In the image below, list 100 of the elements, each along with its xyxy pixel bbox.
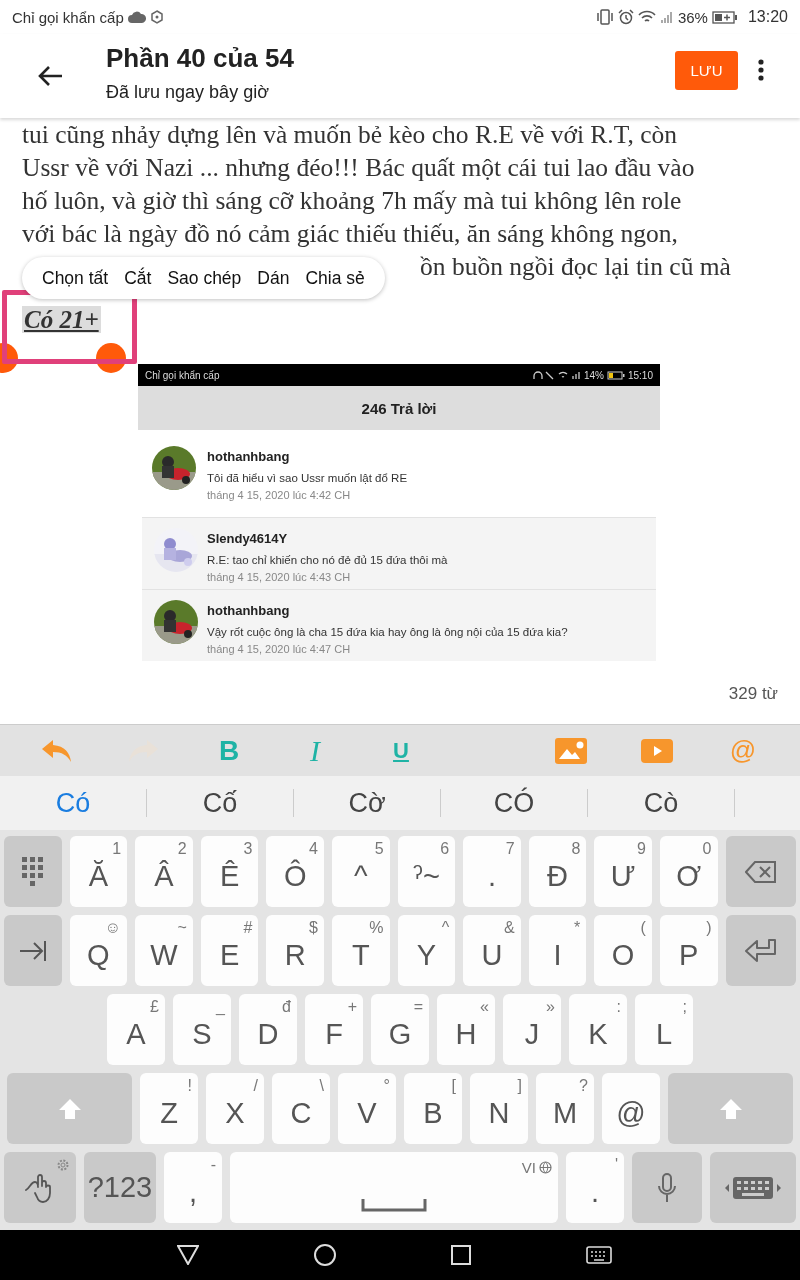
keyboard-key[interactable]: ! Z	[140, 1073, 198, 1144]
keyboard-key[interactable]: ( O	[594, 915, 652, 986]
selected-text[interactable]: Có 21+	[22, 306, 101, 333]
keyboard-key[interactable]: & U	[463, 915, 521, 986]
function-key[interactable]	[4, 836, 62, 907]
commenter-name: hothanhbang	[207, 603, 291, 618]
suggestion[interactable]: Cố	[147, 787, 293, 819]
keyboard-key[interactable]: đ D	[239, 994, 297, 1065]
comment-text: Vậy rốt cuộc ông là cha 15 đứa kia hay ông là ông nội của 15 đứa kia?	[207, 626, 568, 638]
keyboard-key[interactable]: _ S	[173, 994, 231, 1065]
carrier-text: Chỉ gọi khẩn cấp	[12, 8, 124, 26]
keyboard-key[interactable]: \ C	[272, 1073, 330, 1144]
status-icons	[532, 370, 581, 380]
suggestion[interactable]: Cò	[588, 787, 734, 819]
keyboard-key[interactable]: + F	[305, 994, 363, 1065]
story-text-fragment: ồn buồn ngồi đọc lại tin cũ mà	[420, 252, 731, 281]
keyboard-key[interactable]: = G	[371, 994, 429, 1065]
keyboard-key[interactable]: ^ Y	[397, 915, 456, 986]
shift-icon	[718, 1097, 743, 1120]
replies-header: 246 Trả lời	[138, 386, 660, 430]
keyboard-key[interactable]: 1 Ă	[69, 836, 128, 907]
battery-icon	[606, 370, 625, 380]
keyboard-key[interactable]: [ B	[404, 1073, 462, 1144]
cloud-icon	[127, 11, 146, 23]
keyboard-key[interactable]: £ A	[107, 994, 165, 1065]
symbols-key[interactable]: ?123	[84, 1152, 156, 1223]
microphone-icon	[657, 1172, 677, 1203]
keyboard-key[interactable]: % T	[331, 915, 390, 986]
commenter-name: hothanhbang	[207, 449, 291, 464]
keyboard-key[interactable]: 6 ˀ~	[397, 836, 456, 907]
hexagon-icon	[149, 10, 164, 24]
wifi-icon	[637, 10, 656, 24]
keyboard-key[interactable]: 5 ^	[331, 836, 390, 907]
space-icon	[361, 1197, 427, 1212]
menu-item[interactable]: Sao chép	[161, 267, 248, 289]
keyboard-key[interactable]: 7 .	[463, 836, 521, 907]
keyboard-key[interactable]: ~ W	[135, 915, 193, 986]
menu-item[interactable]: Cắt	[118, 267, 158, 289]
battery-icon	[711, 10, 738, 24]
more-options-icon[interactable]	[758, 59, 764, 81]
keyboard-icon[interactable]	[586, 1246, 612, 1264]
chapter-title: Phần 40 của 54	[106, 43, 295, 74]
globe-icon	[539, 1161, 552, 1174]
tab-icon	[18, 939, 47, 962]
keyboard-key[interactable]: « H	[437, 994, 495, 1065]
settings-icon	[56, 1158, 70, 1172]
function-key[interactable]	[710, 1152, 796, 1223]
keyboard-key[interactable]: ] N	[470, 1073, 528, 1144]
keyboard-key[interactable]: 8 Đ	[528, 836, 587, 907]
backspace-icon	[744, 860, 777, 883]
comment-text: R.E: tao chỉ khiến cho nó đẻ đủ 15 đứa thôi mà	[207, 554, 448, 566]
function-key[interactable]	[632, 1152, 702, 1223]
keyboard-key[interactable]: : K	[569, 994, 627, 1065]
keyboard-key[interactable]: ; L	[635, 994, 693, 1065]
keyboard-key[interactable]: 2 Â	[135, 836, 193, 907]
keyboard-key[interactable]: # E	[200, 915, 259, 986]
carrier-text: Chỉ gọi khẩn cấp	[145, 369, 220, 381]
back-icon[interactable]	[177, 1245, 199, 1265]
keyboard-key[interactable]: ☺ Q	[69, 915, 128, 986]
battery-percent: 36%	[677, 8, 708, 26]
function-key[interactable]	[4, 1152, 76, 1223]
keyboard-key[interactable]: 3 Ê	[200, 836, 259, 907]
suggestion[interactable]: Cờ	[294, 787, 440, 819]
keyboard-key[interactable]: 4 Ô	[266, 836, 324, 907]
keyboard-key[interactable]: / X	[206, 1073, 264, 1144]
menu-item[interactable]: Chia sẻ	[299, 267, 371, 289]
comment-date: tháng 4 15, 2020 lúc 4:43 CH	[207, 571, 352, 583]
keyboard-key[interactable]: » J	[503, 994, 561, 1065]
numpad-icon	[21, 856, 44, 887]
keyboard-key[interactable]: - ,	[164, 1152, 222, 1223]
word-count: 329 từ	[728, 684, 778, 704]
suggestion[interactable]: Có	[0, 787, 146, 819]
battery-percent: 14%	[583, 369, 604, 381]
keyboard-key[interactable]: 9 Ư	[594, 836, 652, 907]
keyboard-key[interactable]: $ R	[266, 915, 324, 986]
function-key[interactable]	[725, 915, 796, 986]
suggestion[interactable]: CÓ	[441, 787, 587, 819]
keyboard-key[interactable]: ° V	[338, 1073, 396, 1144]
comment-text: Tôi đã hiểu vì sao Ussr muốn lật đổ RE	[207, 472, 408, 484]
home-icon[interactable]	[314, 1244, 336, 1266]
clock-time: 15:10	[627, 369, 653, 381]
recents-icon[interactable]	[451, 1245, 471, 1265]
save-status: Đã lưu ngay bây giờ	[106, 82, 270, 103]
function-key[interactable]	[4, 915, 62, 986]
keyboard-key[interactable]: ? M	[536, 1073, 594, 1144]
clock-time: 13:20	[747, 8, 788, 26]
keyboard-key[interactable]: 0 Ơ	[659, 836, 718, 907]
back-arrow-icon[interactable]	[37, 65, 63, 87]
commenter-name: Slendy4614Y	[207, 531, 289, 546]
function-key[interactable]	[725, 836, 796, 907]
comment-date: tháng 4 15, 2020 lúc 4:42 CH	[207, 489, 352, 501]
keyboard-key[interactable]: * I	[528, 915, 587, 986]
space-key[interactable]: VI	[230, 1152, 558, 1223]
menu-item[interactable]: Chọn tất	[36, 267, 115, 289]
menu-item[interactable]: Dán	[251, 267, 296, 289]
keyboard-key[interactable]: @	[602, 1073, 660, 1144]
keyboard-key[interactable]: ) P	[659, 915, 718, 986]
vibrate-icon	[595, 9, 614, 25]
signal-icon	[659, 10, 674, 24]
keyboard-key[interactable]: ' .	[566, 1152, 624, 1223]
